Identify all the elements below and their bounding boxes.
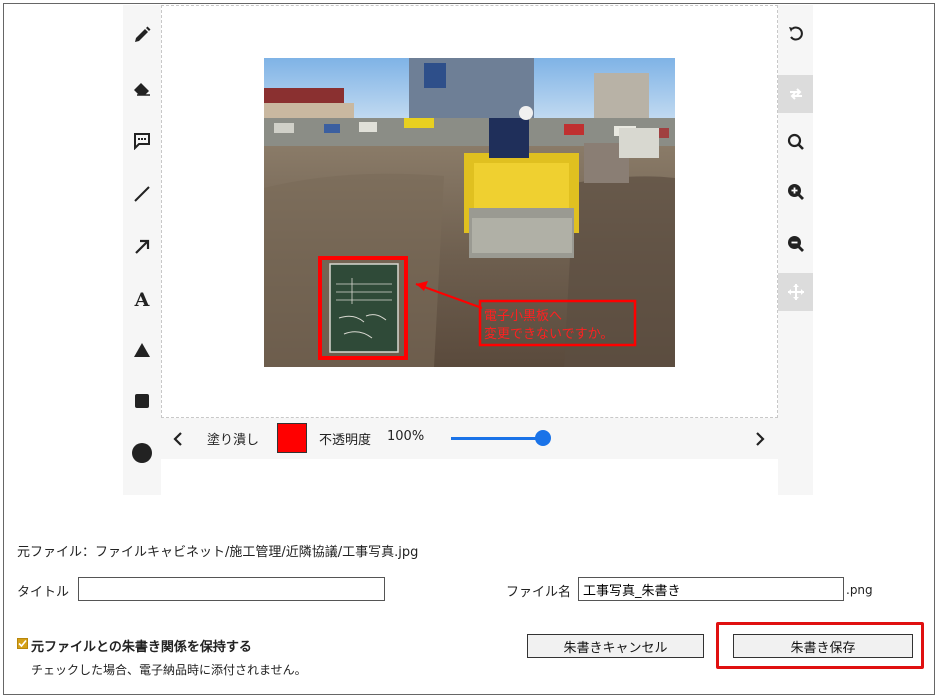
zoom-in-icon[interactable]	[778, 173, 813, 211]
view-toolbar	[778, 5, 813, 495]
circle-icon[interactable]	[127, 438, 157, 468]
fill-label: 塗り潰し	[207, 433, 260, 448]
cancel-button[interactable]: 朱書きキャンセル	[527, 634, 704, 658]
opacity-label: 不透明度	[319, 433, 372, 448]
title-label: タイトル	[17, 585, 70, 600]
filename-label: ファイル名	[506, 585, 572, 600]
save-button[interactable]: 朱書き保存	[733, 634, 913, 658]
check-icon	[18, 639, 27, 648]
comment-icon[interactable]	[127, 126, 157, 156]
source-file-path: 元ファイル：ファイルキャビネット/施工管理/近隣協議/工事写真.jpg	[17, 545, 419, 560]
line-icon[interactable]	[127, 179, 157, 209]
opacity-slider-thumb[interactable]	[535, 430, 551, 446]
photo-annotation-line2: 変更できないですか。	[484, 326, 613, 342]
style-bar: 塗り潰し 不透明度 100%	[161, 418, 778, 459]
filename-input[interactable]	[578, 577, 844, 601]
keep-relation-label[interactable]: 元ファイルとの朱書き関係を保持する	[31, 636, 252, 655]
construction-photo: 電子小黒板へ 変更できないですか。	[264, 58, 675, 367]
opacity-slider[interactable]	[451, 437, 543, 440]
fill-color-swatch[interactable]	[277, 423, 307, 453]
redo-icon[interactable]	[778, 75, 813, 113]
keep-relation-note: チェックした場合、電子納品時に添付されません。	[31, 663, 307, 677]
undo-icon[interactable]	[778, 15, 813, 53]
arrow-icon[interactable]	[127, 232, 157, 262]
chevron-right-icon[interactable]	[748, 426, 772, 452]
triangle-icon[interactable]	[127, 335, 157, 365]
keep-relation-checkbox[interactable]	[17, 638, 28, 649]
title-input[interactable]	[78, 577, 385, 601]
search-icon[interactable]	[778, 123, 813, 161]
text-tool-glyph: A	[134, 289, 150, 311]
chevron-left-icon[interactable]	[166, 426, 190, 452]
pencil-icon[interactable]	[127, 20, 157, 50]
opacity-slider-fill	[451, 437, 543, 440]
eraser-icon[interactable]	[127, 73, 157, 103]
zoom-out-icon[interactable]	[778, 225, 813, 263]
drawing-canvas[interactable]: 電子小黒板へ 変更できないですか。	[161, 5, 778, 418]
square-icon[interactable]	[127, 386, 157, 416]
file-extension: .png	[846, 583, 873, 597]
opacity-value: 100%	[387, 429, 425, 444]
move-icon[interactable]	[778, 273, 813, 311]
photo-annotation-line1: 電子小黒板へ	[484, 309, 562, 324]
drawing-toolbar: A	[123, 5, 161, 495]
text-icon[interactable]: A	[127, 285, 157, 315]
